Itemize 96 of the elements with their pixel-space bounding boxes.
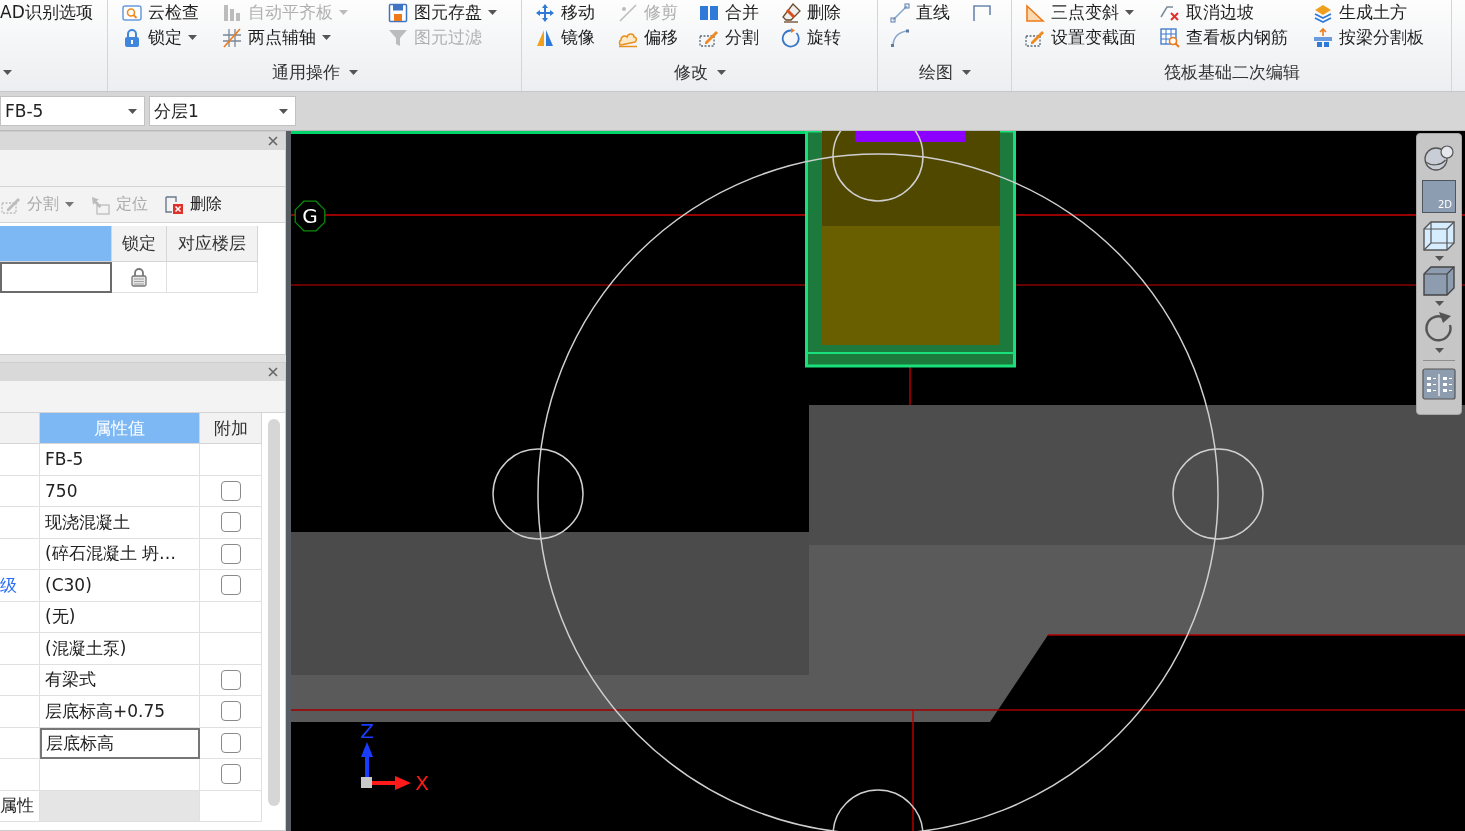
toolbar-button[interactable]: 设置变截面 <box>1025 25 1136 50</box>
grid-bubble <box>294 200 326 232</box>
table-cell <box>0 633 40 665</box>
line-icon <box>890 2 910 23</box>
table-cell <box>0 538 40 570</box>
toolbar-button[interactable]: 镜像 <box>535 25 595 50</box>
toolbar-button[interactable]: AD识别选项 <box>0 0 93 25</box>
checkbox[interactable] <box>220 480 241 501</box>
move-icon <box>535 2 555 23</box>
sphere-icon[interactable] <box>1423 144 1455 172</box>
table-cell <box>0 664 40 696</box>
z-axis-arrow <box>361 742 373 779</box>
group-menu-button[interactable]: 通用操作 <box>271 60 358 84</box>
group-menu-button[interactable]: 修改 <box>673 60 726 84</box>
search-icon <box>122 2 142 23</box>
toolbar-button[interactable]: 查看板内钢筋 <box>1160 25 1288 50</box>
toolbar-button[interactable]: 偏移 <box>618 25 678 50</box>
triangle-icon <box>1025 2 1045 23</box>
layers-icon <box>1313 2 1333 23</box>
property-value[interactable]: FB-5 <box>40 444 200 476</box>
table-cell <box>0 696 40 728</box>
checkbox[interactable] <box>220 764 241 785</box>
scrollbar[interactable] <box>268 419 280 806</box>
toolbar-button[interactable]: 云检查 <box>122 0 199 25</box>
checkbox[interactable] <box>220 732 241 753</box>
group-label: 筏板基础二次编辑 <box>1163 60 1300 84</box>
toolbar-button[interactable]: 取消边坡 <box>1160 0 1254 25</box>
toolbar-button[interactable]: 按梁分割板 <box>1313 25 1424 50</box>
cube-outline-icon[interactable] <box>1423 221 1455 251</box>
checkbox[interactable] <box>220 512 241 533</box>
checkbox[interactable] <box>220 543 241 564</box>
save-icon <box>388 2 408 23</box>
slash-icon <box>618 2 638 23</box>
origin-marker <box>361 777 372 788</box>
delete-icon <box>164 194 184 215</box>
table-cell <box>0 759 40 791</box>
locate-icon <box>90 194 110 215</box>
checklist-icon[interactable] <box>1422 368 1456 400</box>
toolbar-button[interactable]: 图元存盘 <box>388 0 497 25</box>
toolbar-button[interactable]: 删除 <box>164 194 222 215</box>
toolbar-button[interactable]: 直线 <box>890 0 950 25</box>
table-cell <box>0 444 40 476</box>
property-name: 属性 <box>0 790 40 822</box>
rotate-icon[interactable] <box>1424 311 1454 343</box>
column-header[interactable]: 附加 <box>200 413 262 444</box>
x-axis-arrow <box>372 776 411 790</box>
table-cell[interactable] <box>0 262 112 293</box>
toolbar-button[interactable]: 锁定 <box>122 25 197 50</box>
split-icon <box>1313 27 1333 48</box>
property-value[interactable]: (无) <box>40 601 200 633</box>
property-value[interactable]: 层底标高+0.75 <box>40 696 200 728</box>
toolbar-button[interactable]: 旋转 <box>781 25 841 50</box>
group-menu-button[interactable]: 绘图 <box>918 60 971 84</box>
checkbox[interactable] <box>220 575 241 596</box>
caret-icon <box>279 108 288 114</box>
toolbar-button[interactable]: 生成土方 <box>1313 0 1407 25</box>
grid-label: G <box>302 204 318 228</box>
toolbar-button[interactable]: 删除 <box>781 0 841 25</box>
table-cell <box>0 727 40 759</box>
column-header[interactable]: 对应楼层 <box>167 226 258 262</box>
property-value[interactable]: (混凝土泵) <box>40 633 200 665</box>
arc-icon <box>890 27 910 48</box>
caret-icon[interactable] <box>3 69 12 75</box>
grid-search-icon <box>1160 27 1180 48</box>
property-value[interactable]: 750 <box>40 475 200 507</box>
property-value[interactable]: (C30) <box>40 570 200 602</box>
crossed-lines-icon <box>222 27 242 48</box>
rotate-icon <box>781 27 801 48</box>
lock-icon <box>122 27 142 48</box>
property-value[interactable]: (碎石混凝土 坍… <box>40 538 200 570</box>
bars-icon <box>222 2 242 23</box>
toolbar-button[interactable]: 三点变斜 <box>1025 0 1134 25</box>
axis-label: Z <box>360 719 374 743</box>
axis-label: X <box>415 771 429 795</box>
toolbar-button[interactable]: 两点辅轴 <box>222 25 331 50</box>
checkbox[interactable] <box>220 701 241 722</box>
toolbar-button[interactable]: 移动 <box>535 0 595 25</box>
filter-icon <box>388 27 408 48</box>
table-cell <box>0 601 40 633</box>
checkbox[interactable] <box>220 669 241 690</box>
column-header[interactable]: 锁定 <box>112 226 167 262</box>
table-cell <box>0 475 40 507</box>
caret-icon <box>128 108 137 114</box>
property-name: 级 <box>0 570 40 602</box>
property-value[interactable]: 层底标高 <box>40 727 200 759</box>
toolbar-button[interactable]: 分割 <box>699 25 759 50</box>
eraser-icon <box>781 2 801 23</box>
property-value[interactable]: 有梁式 <box>40 664 200 696</box>
dropdown-field[interactable]: 分层1 <box>149 96 296 126</box>
dropdown-field[interactable]: FB-5 <box>0 96 145 126</box>
toolbar-button[interactable]: 合并 <box>699 0 759 25</box>
close-icon[interactable] <box>268 136 278 146</box>
property-value[interactable]: 现浇混凝土 <box>40 507 200 539</box>
close-icon[interactable] <box>268 367 278 377</box>
cube-icon[interactable] <box>1423 266 1455 296</box>
table-cell <box>0 507 40 539</box>
